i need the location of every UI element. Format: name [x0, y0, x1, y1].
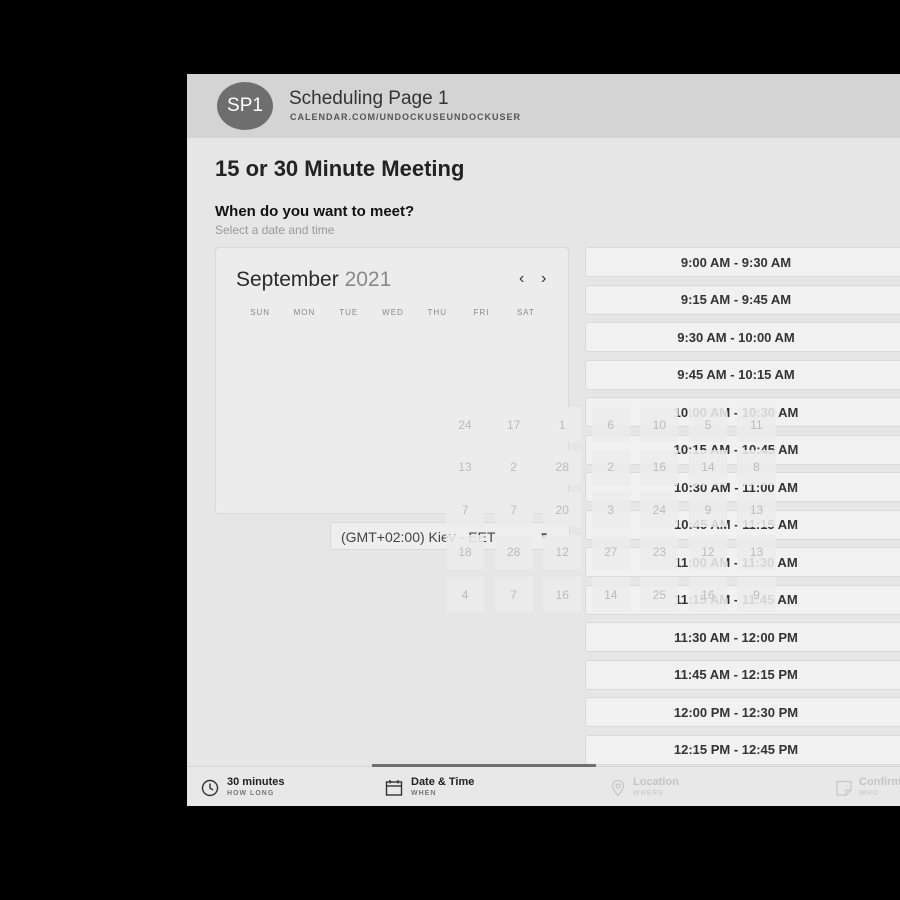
time-slot-button[interactable]: 9:45 AM - 10:15 AM: [585, 359, 900, 390]
day-grid-row: 24 17 1 6 10 5 11: [446, 407, 786, 450]
day-cell[interactable]: 14: [688, 449, 727, 485]
day-cell[interactable]: 9: [737, 577, 776, 612]
day-grid-row: 4 7 16 14 25 16 9: [446, 577, 786, 620]
day-cell[interactable]: 7: [494, 577, 533, 612]
scheduling-window: SP1 Scheduling Page 1 CALENDAR.COM/UNDOC…: [187, 74, 900, 806]
calendar-month: September: [236, 268, 339, 291]
day-cell[interactable]: 14: [591, 577, 630, 612]
day-cell[interactable]: 12: [688, 534, 727, 570]
day-cell[interactable]: 4: [446, 577, 485, 612]
day-cell[interactable]: 6: [591, 407, 630, 442]
scheduling-page-name: Scheduling Page 1: [289, 88, 449, 109]
day-cell[interactable]: 23: [640, 534, 679, 570]
section-heading: When do you want to meet?: [215, 203, 415, 220]
clock-icon: [201, 779, 219, 797]
day-cell[interactable]: 12: [543, 534, 582, 570]
step-sublabel: WHEN: [411, 790, 437, 797]
day-cell[interactable]: 28: [494, 534, 533, 570]
time-slot-button[interactable]: 9:15 AM - 9:45 AM: [585, 284, 900, 315]
day-cell[interactable]: 24: [640, 492, 679, 527]
day-cell[interactable]: 3: [591, 492, 630, 527]
active-step-indicator: [372, 764, 596, 767]
day-cell[interactable]: 1: [543, 407, 582, 442]
map-pin-icon: [611, 779, 625, 797]
day-grid-row: 7 7 20 3 24 9 13: [446, 492, 786, 535]
previous-month-button[interactable]: ‹: [519, 270, 524, 288]
day-cell[interactable]: 27: [591, 534, 630, 570]
day-grid-row: 13 2 28 2 16 14 8: [446, 449, 786, 493]
weekday-label: SUN: [250, 308, 271, 317]
day-cell[interactable]: 13: [446, 449, 485, 485]
page-header: SP1 Scheduling Page 1 CALENDAR.COM/UNDOC…: [187, 74, 900, 138]
weekday-label: MON: [293, 308, 316, 317]
scheduling-page-url[interactable]: CALENDAR.COM/UNDOCKUSEUNDOCKUSER: [290, 112, 521, 122]
day-cell[interactable]: 16: [543, 577, 582, 612]
day-cell[interactable]: 7: [446, 492, 485, 527]
time-slot-button[interactable]: 12:00 PM - 12:30 PM: [585, 697, 900, 727]
day-cell[interactable]: 28: [543, 449, 582, 485]
day-cell[interactable]: 13: [737, 492, 776, 527]
step-label: 30 minutes: [227, 776, 285, 788]
day-cell[interactable]: 20: [543, 492, 582, 527]
calendar-month-label: September 2021: [236, 268, 391, 292]
day-cell[interactable]: 24: [446, 407, 485, 442]
time-slot-button[interactable]: 9:30 AM - 10:00 AM: [585, 322, 900, 352]
time-slot-button[interactable]: 12:15 PM - 12:45 PM: [585, 734, 900, 765]
time-slot-button[interactable]: 11:45 AM - 12:15 PM: [585, 659, 900, 690]
section-subtitle: Select a date and time: [215, 223, 335, 237]
booking-steps: 30 minutes HOW LONG Date & Time WHEN Loc…: [187, 764, 900, 806]
day-cell[interactable]: 16: [640, 449, 679, 485]
step-sublabel: WHERE: [633, 790, 665, 797]
day-cell[interactable]: 18: [446, 534, 485, 570]
weekday-label: SAT: [516, 308, 535, 317]
calendar-year: 2021: [344, 268, 392, 291]
time-slot-button[interactable]: 11:30 AM - 12:00 PM: [585, 622, 900, 652]
time-slot-button[interactable]: 9:00 AM - 9:30 AM: [585, 247, 900, 277]
avatar: SP1: [217, 82, 273, 130]
day-cell[interactable]: 2: [494, 449, 533, 485]
step-label: Date & Time: [411, 776, 475, 788]
step-label: Location: [633, 776, 679, 788]
calendar-icon: [385, 780, 403, 796]
weekday-label: TUE: [339, 308, 359, 317]
day-cell[interactable]: 8: [737, 449, 776, 485]
step-sublabel: WHO: [859, 790, 880, 797]
next-month-button[interactable]: ›: [541, 270, 546, 288]
day-cell[interactable]: 25: [640, 577, 679, 612]
day-cell[interactable]: 9: [688, 492, 727, 527]
day-grid-row: 18 28 12 27 23 12 13: [446, 534, 786, 578]
weekday-header: SUN MON TUE WED THU FRI SAT: [238, 308, 548, 317]
step-sublabel: HOW LONG: [227, 790, 275, 797]
step-label: Confirm: [859, 776, 900, 788]
weekday-label: WED: [382, 308, 404, 317]
day-cell[interactable]: 17: [494, 407, 533, 442]
weekday-label: FRI: [473, 308, 490, 317]
day-cell[interactable]: 16: [688, 577, 727, 612]
meeting-title: 15 or 30 Minute Meeting: [215, 156, 465, 181]
day-cell[interactable]: 2: [591, 449, 630, 485]
note-icon: [836, 780, 852, 796]
scrambled-day-grid: 24 17 1 6 10 5 11 13 2 28 2 16 14 8 7 7 …: [446, 407, 786, 617]
weekday-label: THU: [427, 308, 447, 317]
day-cell[interactable]: 10: [640, 407, 679, 442]
day-cell[interactable]: 13: [737, 534, 776, 570]
day-cell[interactable]: 5: [688, 407, 727, 442]
day-cell[interactable]: 7: [494, 492, 533, 527]
day-cell[interactable]: 11: [737, 407, 776, 442]
